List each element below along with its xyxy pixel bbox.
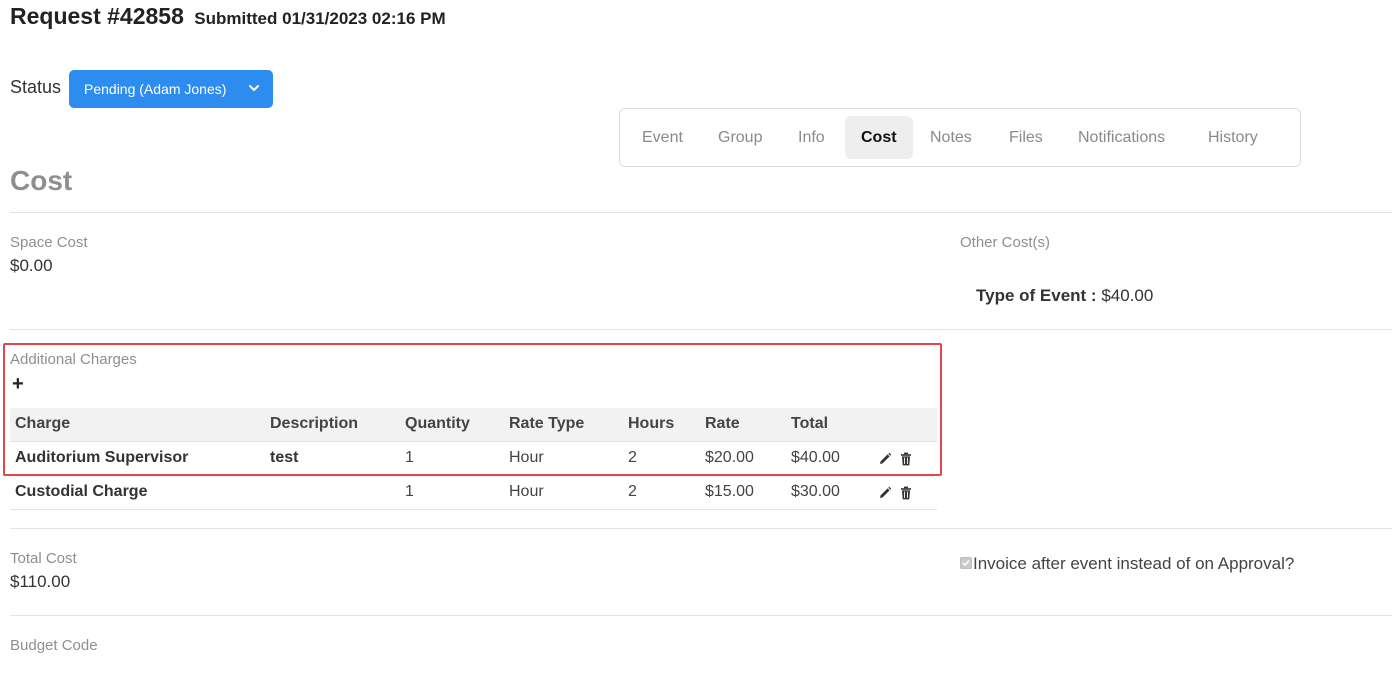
total-cost-value: $110.00: [10, 572, 71, 591]
hours-cell: 2: [628, 483, 637, 500]
column-header-rate-type: Rate Type: [509, 415, 585, 432]
request-number: Request #42858: [10, 3, 184, 29]
column-header-description: Description: [270, 415, 359, 432]
add-charge-button[interactable]: +: [12, 373, 24, 396]
tab-files[interactable]: Files: [1009, 116, 1043, 159]
other-cost-item-value: $40.00: [1101, 286, 1154, 305]
rate-type-cell: Hour: [509, 449, 544, 466]
tab-group[interactable]: Group: [718, 116, 762, 159]
pencil-icon[interactable]: [878, 486, 892, 500]
charge-cell: Auditorium Supervisor: [15, 449, 189, 466]
divider: [10, 212, 1392, 213]
invoice-after-event-checkbox[interactable]: [960, 557, 972, 569]
space-cost-value: $0.00: [10, 256, 53, 275]
submitted-date: Submitted 01/31/2023 02:16 PM: [194, 9, 446, 28]
status-label: Status: [10, 77, 62, 97]
other-cost-item: Type of Event : $40.00: [976, 286, 1153, 306]
trash-icon[interactable]: [899, 452, 913, 466]
rate-type-cell: Hour: [509, 483, 544, 500]
section-title: Cost: [10, 165, 73, 196]
column-header-total: Total: [791, 415, 829, 432]
tab-info[interactable]: Info: [798, 116, 825, 159]
tab-notifications[interactable]: Notifications: [1078, 116, 1165, 159]
hours-cell: 2: [628, 449, 637, 466]
rate-cell: $20.00: [705, 449, 754, 466]
chevron-down-icon: [249, 85, 259, 91]
page-title: Request #42858 Submitted 01/31/2023 02:1…: [10, 3, 446, 30]
tab-history[interactable]: History: [1208, 116, 1258, 159]
tab-cost[interactable]: Cost: [845, 116, 913, 159]
total-cell: $40.00: [791, 449, 840, 466]
description-cell: test: [270, 449, 299, 466]
status-dropdown-button[interactable]: Pending (Adam Jones): [69, 70, 273, 108]
column-header-rate: Rate: [705, 415, 740, 432]
other-costs-label: Other Cost(s): [960, 234, 1051, 251]
quantity-cell: 1: [405, 483, 414, 500]
rate-cell: $15.00: [705, 483, 754, 500]
column-header-charge: Charge: [15, 415, 71, 432]
budget-code-label: Budget Code: [10, 637, 98, 654]
row-divider: [10, 441, 937, 442]
total-cost-label: Total Cost: [10, 550, 77, 567]
trash-icon[interactable]: [899, 486, 913, 500]
invoice-after-event-label: Invoice after event instead of on Approv…: [973, 554, 1295, 573]
total-cell: $30.00: [791, 483, 840, 500]
status-value: Pending (Adam Jones): [84, 81, 227, 97]
check-icon: [962, 560, 970, 567]
other-cost-item-label: Type of Event :: [976, 286, 1097, 305]
pencil-icon[interactable]: [878, 452, 892, 466]
column-header-quantity: Quantity: [405, 415, 470, 432]
divider: [10, 528, 1392, 529]
charge-cell: Custodial Charge: [15, 483, 148, 500]
additional-charges-label: Additional Charges: [10, 351, 137, 368]
divider: [10, 615, 1392, 616]
tab-bar: Event Group Info Cost Notes Files Notifi…: [619, 108, 1301, 167]
column-header-hours: Hours: [628, 415, 675, 432]
quantity-cell: 1: [405, 449, 414, 466]
tab-notes[interactable]: Notes: [930, 116, 972, 159]
divider: [10, 329, 1392, 330]
row-divider: [10, 509, 937, 510]
space-cost-label: Space Cost: [10, 234, 88, 251]
tab-event[interactable]: Event: [642, 116, 683, 159]
